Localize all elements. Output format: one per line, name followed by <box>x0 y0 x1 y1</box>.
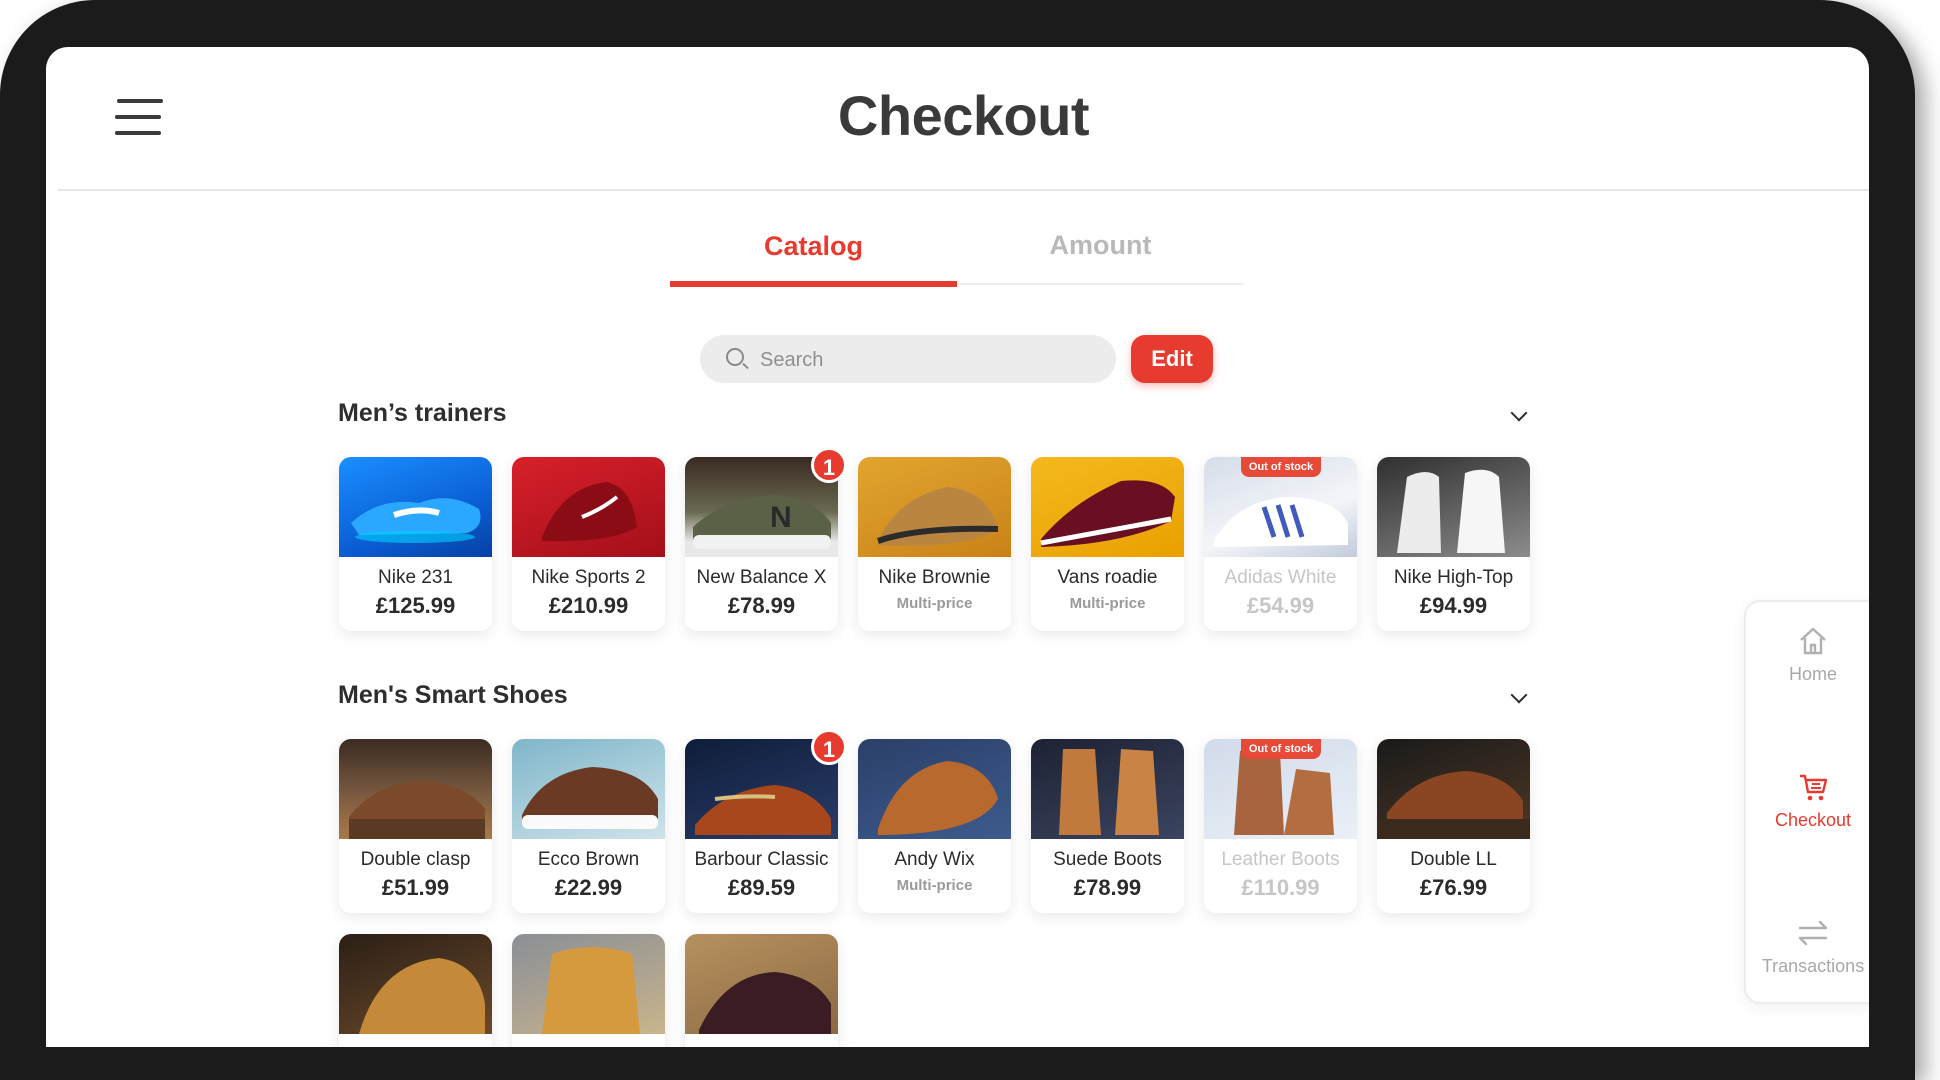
search-bar[interactable] <box>700 335 1116 385</box>
cart-icon <box>1800 774 1828 801</box>
tab-amount[interactable]: Amount <box>957 209 1244 285</box>
top-bar: Checkout <box>58 47 1869 191</box>
search-icon <box>726 348 744 366</box>
product-price: £210.99 <box>548 593 629 618</box>
product-card[interactable]: N New Balance X £78.99 <box>685 457 838 631</box>
edit-button[interactable]: Edit <box>1131 335 1213 383</box>
product-card[interactable]: Nike Sports 2 £210.99 <box>512 457 665 631</box>
tab-catalog[interactable]: Catalog <box>670 209 957 287</box>
product-price: £76.99 <box>1419 875 1488 900</box>
product-card[interactable]: Suede Boots £78.99 <box>1031 739 1184 913</box>
cart-count-badge: 1 <box>811 447 847 483</box>
product-image <box>858 457 1011 557</box>
product-card[interactable]: Vans roadie Multi-price <box>1031 457 1184 631</box>
product-image <box>339 739 492 839</box>
product-multi-price: Multi-price <box>896 595 973 612</box>
product-name: Double LL <box>1410 849 1497 870</box>
product-name: Nike Sports 2 <box>531 567 646 588</box>
product-name: Adidas White <box>1224 567 1337 588</box>
nav-checkout-label: Checkout <box>1774 810 1852 830</box>
page-title: Checkout <box>837 84 1090 147</box>
product-price: £125.99 <box>375 593 456 618</box>
product-card[interactable] <box>685 934 838 1047</box>
product-image <box>512 739 665 839</box>
nav-home-label: Home <box>1788 664 1837 684</box>
product-card[interactable]: Double clasp £51.99 <box>339 739 492 913</box>
product-card[interactable]: Double LL £76.99 <box>1377 739 1530 913</box>
product-image <box>512 457 665 557</box>
section-title-mens-trainers: Men’s trainers <box>338 399 507 427</box>
out-of-stock-badge: Out of stock <box>1241 457 1321 477</box>
product-image <box>685 934 838 1034</box>
product-name: New Balance X <box>696 567 827 588</box>
product-price: £22.99 <box>554 875 623 900</box>
nav-home[interactable]: Home <box>1746 624 1869 685</box>
product-name: Suede Boots <box>1053 849 1162 870</box>
product-name: Nike High-Top <box>1393 567 1514 588</box>
chevron-down-icon[interactable] <box>1511 691 1525 705</box>
product-image <box>1377 457 1530 557</box>
product-card[interactable]: Barbour Classic £89.59 <box>685 739 838 913</box>
product-card[interactable] <box>512 934 665 1047</box>
transfer-icon <box>1798 920 1828 946</box>
product-name: Ecco Brown <box>537 849 640 870</box>
product-card[interactable]: Nike High-Top £94.99 <box>1377 457 1530 631</box>
chevron-down-icon[interactable] <box>1511 409 1525 423</box>
nav-transactions[interactable]: Transactions <box>1746 916 1869 977</box>
product-price: £110.99 <box>1241 875 1320 900</box>
product-price: £78.99 <box>727 593 796 618</box>
product-image <box>339 934 492 1034</box>
home-icon <box>1800 627 1826 655</box>
product-card[interactable]: Nike 231 £125.99 <box>339 457 492 631</box>
product-card[interactable] <box>339 934 492 1047</box>
product-image <box>1031 739 1184 839</box>
out-of-stock-badge: Out of stock <box>1241 739 1321 759</box>
product-multi-price: Multi-price <box>896 877 973 894</box>
side-navigation: Home Checkout Transactions <box>1744 600 1869 1004</box>
product-image <box>1031 457 1184 557</box>
nav-transactions-label: Transactions <box>1761 956 1865 976</box>
product-price: £51.99 <box>381 875 450 900</box>
tab-bar: Catalog Amount <box>670 209 1244 287</box>
cart-count-badge: 1 <box>811 729 847 765</box>
nav-checkout[interactable]: Checkout <box>1746 770 1869 831</box>
search-input[interactable] <box>758 335 1102 385</box>
product-price: £78.99 <box>1073 875 1142 900</box>
product-price: £94.99 <box>1419 593 1488 618</box>
product-name: Nike 231 <box>378 567 453 588</box>
product-image <box>512 934 665 1034</box>
product-name: Leather Boots <box>1221 849 1340 870</box>
product-name: Vans roadie <box>1057 567 1158 588</box>
product-name: Andy Wix <box>894 849 975 870</box>
app-screen: Checkout Catalog Amount Edit Men’s train… <box>46 47 1869 1047</box>
product-card[interactable]: Ecco Brown £22.99 <box>512 739 665 913</box>
product-card[interactable]: Nike Brownie Multi-price <box>858 457 1011 631</box>
product-image <box>858 739 1011 839</box>
product-card-out-of-stock[interactable]: Out of stock Adidas White £54.99 <box>1204 457 1357 631</box>
svg-text:N: N <box>770 501 792 534</box>
product-name: Double clasp <box>360 849 471 870</box>
product-card[interactable]: Andy Wix Multi-price <box>858 739 1011 913</box>
section-title-mens-smart-shoes: Men's Smart Shoes <box>338 681 568 709</box>
product-price: £54.99 <box>1246 593 1315 618</box>
product-name: Barbour Classic <box>694 849 829 870</box>
product-card-out-of-stock[interactable]: Out of stock Leather Boots £110.99 <box>1204 739 1357 913</box>
product-name: Nike Brownie <box>878 567 991 588</box>
product-price: £89.59 <box>727 875 796 900</box>
product-image <box>1377 739 1530 839</box>
product-image <box>339 457 492 557</box>
product-multi-price: Multi-price <box>1069 595 1146 612</box>
